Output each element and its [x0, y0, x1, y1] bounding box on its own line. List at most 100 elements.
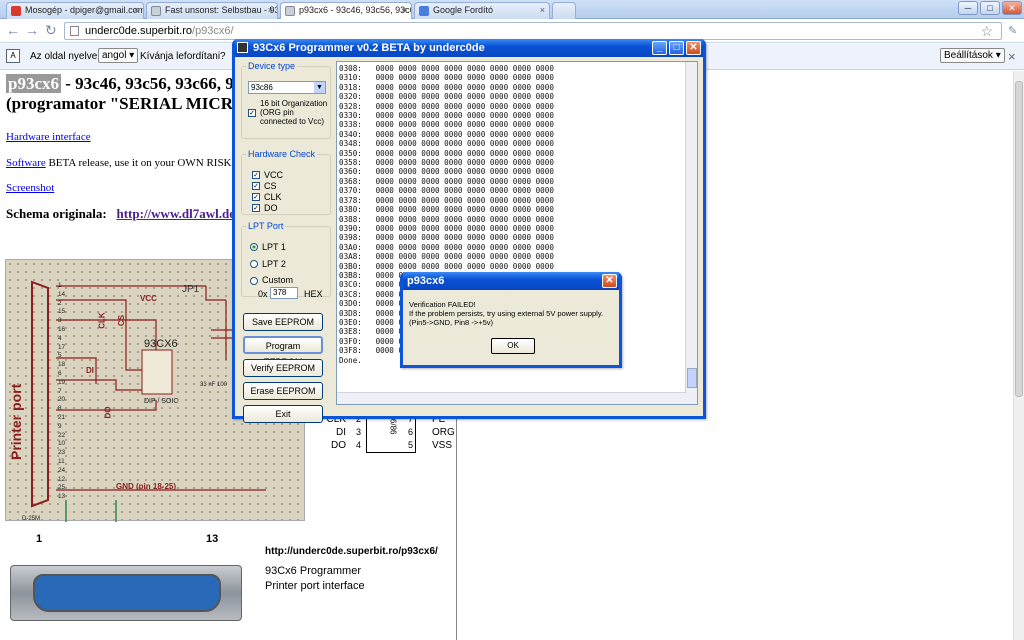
- language-select[interactable]: angol ▾: [98, 48, 139, 63]
- connector-pin-number: 9: [58, 422, 62, 430]
- screenshot-link[interactable]: Screenshot: [6, 182, 54, 194]
- maximize-button[interactable]: □: [669, 41, 684, 55]
- vcc-checkbox[interactable]: ✓: [252, 171, 260, 179]
- back-button[interactable]: ←: [6, 22, 20, 38]
- connector-pin-number: 21: [58, 413, 66, 421]
- org-checkbox[interactable]: ✓: [248, 109, 256, 117]
- close-icon[interactable]: ×: [540, 3, 545, 18]
- connector-pin-number: 16: [58, 325, 66, 333]
- device-type-select[interactable]: 93c86 ▼: [248, 81, 326, 94]
- close-window-button[interactable]: ✕: [1002, 1, 1022, 15]
- pin-label: DI: [336, 427, 346, 438]
- close-icon[interactable]: ×: [268, 3, 273, 18]
- capacitor-label: 33 nF: [200, 382, 216, 388]
- tab-p93cx6[interactable]: p93cx6 - 93c46, 93c56, 93c6 ×: [280, 2, 412, 20]
- verify-eeprom-button[interactable]: Verify EEPROM: [243, 359, 323, 377]
- custom-port-input[interactable]: 378: [270, 287, 298, 299]
- software-link[interactable]: Software: [6, 157, 46, 169]
- connector-pin-number: 12: [58, 475, 66, 483]
- hardware-check-label: Hardware Check: [248, 149, 316, 159]
- dump-address: 0330: [339, 111, 358, 121]
- close-icon[interactable]: ×: [134, 3, 139, 18]
- connector-pin-number: 8: [58, 405, 62, 413]
- dump-address: 0340: [339, 129, 358, 139]
- connector-photo: [10, 565, 242, 621]
- dump-address: 0350: [339, 148, 358, 158]
- dump-row: 0318: 0000 0000 0000 0000 0000 0000 0000…: [339, 82, 554, 92]
- dump-row: 0350: 0000 0000 0000 0000 0000 0000 0000…: [339, 148, 554, 158]
- close-button[interactable]: ✕: [686, 41, 701, 55]
- dump-values: 0000 0000 0000 0000 0000 0000 0000 0000: [375, 82, 554, 92]
- page-title: p93cx6 - 93c46, 93c56, 93c66, 9: [6, 74, 234, 94]
- connector-pin-number: 10: [58, 440, 66, 448]
- software-text: BETA release, use it on your OWN RISK: [45, 157, 232, 169]
- dump-address: 03D0: [339, 299, 358, 309]
- tab-google-translate[interactable]: Google Fordító ×: [414, 2, 550, 19]
- connector-pin-number: 14: [58, 290, 66, 298]
- address-bar[interactable]: underc0de.superbit.ro/p93cx6/ ☆: [64, 22, 1002, 40]
- new-tab-button[interactable]: [552, 2, 576, 19]
- page-scrollbar[interactable]: [1013, 71, 1024, 640]
- tab-selbstbau[interactable]: Fast unsonst: Selbstbau - 93 ×: [146, 2, 278, 19]
- pin1-label: 1: [36, 533, 43, 545]
- hardware-interface-link[interactable]: Hardware interface: [6, 131, 91, 143]
- forward-button[interactable]: →: [25, 22, 39, 38]
- close-icon[interactable]: ×: [402, 3, 407, 18]
- close-icon[interactable]: ×: [1008, 49, 1016, 64]
- settings-button[interactable]: Beállítások ▾: [940, 48, 1005, 63]
- erase-eeprom-button[interactable]: Erase EEPROM: [243, 382, 323, 400]
- tab-gmail[interactable]: Mosogép - dpiger@gmail.com ×: [6, 2, 144, 19]
- dump-values: 0000 0000 0000 0000 0000 0000 0000 0000: [375, 101, 554, 111]
- pin-number: 5: [408, 440, 414, 450]
- program-eeprom-button[interactable]: Program EEPROM: [243, 336, 323, 367]
- page-icon: [151, 6, 161, 16]
- device-type-label: Device type: [248, 61, 296, 71]
- dump-row: 03B0: 0000 0000 0000 0000 0000 0000 0000…: [339, 261, 554, 271]
- dump-address: 03E0: [339, 317, 358, 327]
- maximize-button[interactable]: □: [980, 1, 1000, 15]
- ok-button[interactable]: OK: [491, 338, 535, 354]
- dump-address: 03C8: [339, 289, 358, 299]
- scrollbar-thumb[interactable]: [1015, 81, 1023, 397]
- minimize-button[interactable]: _: [652, 41, 667, 55]
- cs-checkbox[interactable]: ✓: [252, 182, 260, 190]
- save-eeprom-button[interactable]: Save EEPROM: [243, 313, 323, 331]
- scrollbar-thumb[interactable]: [687, 368, 697, 388]
- software-line: Software BETA release, use it on your OW…: [6, 157, 232, 169]
- dump-address: 03B0: [339, 261, 358, 271]
- lpt1-radio[interactable]: [250, 243, 258, 251]
- dump-row: 0380: 0000 0000 0000 0000 0000 0000 0000…: [339, 205, 554, 215]
- verification-dialog[interactable]: p93cx6 ✕ Verification FAILED! If the pro…: [400, 272, 622, 368]
- dump-address: 03C0: [339, 280, 358, 290]
- custom-radio[interactable]: [250, 277, 258, 285]
- dump-hscrollbar[interactable]: [337, 392, 686, 404]
- jp1-label: JP1: [182, 284, 200, 295]
- schema-link[interactable]: http://www.dl7awl.de/: [117, 206, 239, 221]
- translate-icon: A: [6, 49, 20, 63]
- minimize-button[interactable]: ─: [958, 1, 978, 15]
- device-type-value: 93c86: [251, 83, 273, 92]
- lpt2-radio[interactable]: [250, 260, 258, 268]
- gmail-icon: [11, 6, 21, 16]
- dump-values: 0000 0000 0000 0000 0000 0000 0000 0000: [375, 120, 554, 130]
- dump-row: 0308: 0000 0000 0000 0000 0000 0000 0000…: [339, 64, 554, 73]
- exit-button[interactable]: Exit: [243, 405, 323, 423]
- do-checkbox[interactable]: ✓: [252, 204, 260, 212]
- dump-address: 03F0: [339, 336, 358, 346]
- clk-label: CLK: [264, 192, 282, 202]
- lpt-port-label: LPT Port: [248, 221, 284, 231]
- programmer-titlebar[interactable]: 93Cx6 Programmer v0.2 BETA by underc0de …: [235, 39, 703, 57]
- dump-address: 0320: [339, 92, 358, 102]
- dialog-titlebar[interactable]: p93cx6 ✕: [403, 272, 619, 290]
- reload-button[interactable]: ↻: [45, 22, 57, 39]
- wrench-icon[interactable]: ✎: [1008, 24, 1017, 37]
- clk-checkbox[interactable]: ✓: [252, 193, 260, 201]
- connector-pin-number: 15: [58, 308, 66, 316]
- dump-scrollbar[interactable]: [685, 62, 697, 404]
- google-translate-icon: [419, 6, 429, 16]
- hardware-check-group: Hardware Check ✓ VCC ✓ CS ✓ CLK ✓ DO: [241, 149, 331, 215]
- close-button[interactable]: ✕: [602, 274, 617, 288]
- star-icon[interactable]: ☆: [980, 23, 993, 39]
- chevron-down-icon[interactable]: ▼: [314, 82, 325, 93]
- dump-values: 0000 0000 0000 0000 0000 0000 0000 0000: [375, 73, 554, 83]
